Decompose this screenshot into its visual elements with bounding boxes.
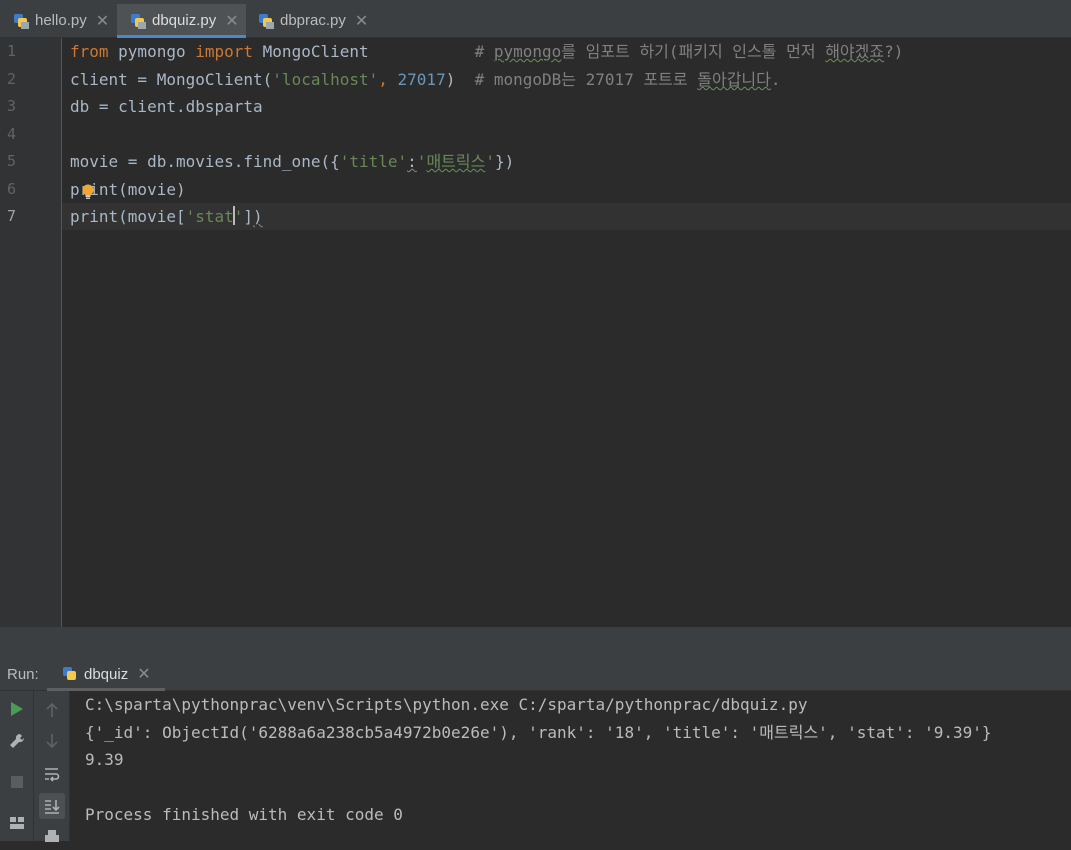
code-token: )	[445, 70, 475, 89]
close-icon[interactable]: ✕	[96, 11, 109, 31]
console-output-line: {'_id': ObjectId('6288a6a238cb5a4972b0e2…	[85, 723, 992, 742]
tab-dbquiz-py[interactable]: dbquiz.py ✕	[117, 4, 246, 38]
code-editor[interactable]: 1 2 3 4 5 6 7 from pymongo import MongoC…	[0, 38, 1071, 627]
line-number: 5	[6, 152, 16, 170]
comment-token: 를 임포트 하기(패키지 인스톨 먼저	[561, 42, 826, 61]
code-token: client = MongoClient(	[70, 70, 273, 89]
arrow-down-icon	[46, 734, 58, 749]
line-number: 4	[6, 125, 16, 143]
string-token: 매트릭스	[426, 152, 486, 171]
python-file-icon	[259, 13, 274, 29]
arrow-up-icon	[46, 702, 58, 717]
line-number: 7	[6, 207, 16, 225]
line-number: 3	[6, 97, 16, 115]
run-icon	[11, 702, 23, 716]
editor-tab-bar: hello.py ✕ dbquiz.py ✕ dbprac.py ✕	[0, 0, 1071, 38]
close-icon[interactable]: ✕	[225, 11, 238, 31]
scroll-to-end-icon	[45, 800, 60, 814]
scroll-up-button[interactable]	[39, 697, 65, 723]
code-token: db = client.dbsparta	[70, 97, 263, 116]
stop-button[interactable]	[4, 769, 30, 795]
panel-divider	[0, 627, 1071, 658]
keyword-token: import	[195, 42, 254, 61]
scroll-to-end-button[interactable]	[39, 793, 65, 819]
string-token: '	[485, 152, 495, 171]
console-output-line: Process finished with exit code 0	[85, 805, 403, 824]
line-number: 2	[6, 70, 16, 88]
run-tab-dbquiz[interactable]: dbquiz ✕	[47, 658, 165, 691]
tab-label: hello.py	[35, 12, 87, 29]
run-toolbar	[0, 691, 34, 841]
wrench-icon	[10, 733, 25, 748]
code-token: )	[253, 207, 263, 226]
line-number: 1	[6, 42, 16, 60]
code-token: })	[494, 152, 515, 171]
string-token: 'localhost'	[272, 70, 379, 89]
line-number-gutter[interactable]: 1 2 3 4 5 6 7	[0, 38, 62, 627]
tab-hello-py[interactable]: hello.py ✕	[0, 4, 116, 37]
rerun-button[interactable]	[4, 696, 30, 722]
code-token: ,	[378, 70, 398, 89]
layout-icon	[10, 817, 24, 829]
string-token: 'stat	[185, 207, 234, 226]
code-line-2[interactable]: client = MongoClient('localhost', 27017)…	[70, 66, 781, 93]
string-token: 'title'	[339, 152, 408, 171]
close-icon[interactable]: ✕	[355, 11, 368, 31]
python-file-icon	[131, 13, 146, 29]
code-token: pymongo	[108, 42, 196, 61]
lightbulb-icon[interactable]	[81, 184, 95, 200]
tab-dbprac-py[interactable]: dbprac.py ✕	[247, 4, 372, 37]
comment-token: 해야겠죠	[825, 42, 885, 61]
run-panel-header: Run: dbquiz ✕	[0, 658, 1071, 691]
comment-token: ?)	[884, 42, 904, 61]
code-line-7[interactable]: print(movie['stat'])	[70, 203, 263, 230]
scroll-down-button[interactable]	[39, 728, 65, 754]
run-tab-label: dbquiz	[84, 665, 129, 683]
number-token: 27017	[397, 70, 446, 89]
print-icon	[45, 830, 59, 842]
console-toolbar	[34, 691, 70, 842]
comment-token: 돌아갑니다	[697, 70, 771, 89]
line-number: 6	[6, 180, 16, 198]
code-line-1[interactable]: from pymongo import MongoClient # pymong…	[70, 38, 903, 65]
keyword-token: from	[70, 42, 109, 61]
comment-token: #	[474, 42, 494, 61]
code-token: ]	[243, 207, 254, 226]
comment-token: .	[770, 70, 781, 89]
close-icon[interactable]: ✕	[137, 664, 150, 684]
code-line-5[interactable]: movie = db.movies.find_one({'title':'매트릭…	[70, 148, 514, 175]
code-token: :	[407, 152, 417, 171]
soft-wrap-button[interactable]	[39, 761, 65, 787]
code-token: movie = db.movies.find_one({	[70, 152, 340, 171]
run-panel: C:\sparta\pythonprac\venv\Scripts\python…	[0, 691, 1071, 842]
print-button[interactable]	[39, 824, 65, 850]
settings-button[interactable]	[4, 728, 30, 754]
string-token: '	[416, 152, 427, 171]
run-label: Run:	[7, 666, 39, 683]
string-token: '	[233, 207, 244, 226]
code-token: print(movie[	[70, 207, 186, 226]
comment-token: # mongoDB는 27017 포트로	[474, 70, 698, 89]
code-token: MongoClient	[253, 42, 475, 61]
stop-icon	[11, 776, 23, 788]
tab-label: dbquiz.py	[152, 12, 217, 29]
tab-label: dbprac.py	[280, 12, 346, 29]
console-output-line: C:\sparta\pythonprac\venv\Scripts\python…	[85, 695, 808, 714]
soft-wrap-icon	[45, 768, 60, 782]
console-output-line: 9.39	[85, 750, 124, 769]
code-line-3[interactable]: db = client.dbsparta	[70, 93, 263, 120]
python-file-icon	[14, 13, 29, 29]
comment-token: pymongo	[493, 42, 562, 61]
python-file-icon	[63, 667, 76, 680]
layout-button[interactable]	[4, 810, 30, 836]
